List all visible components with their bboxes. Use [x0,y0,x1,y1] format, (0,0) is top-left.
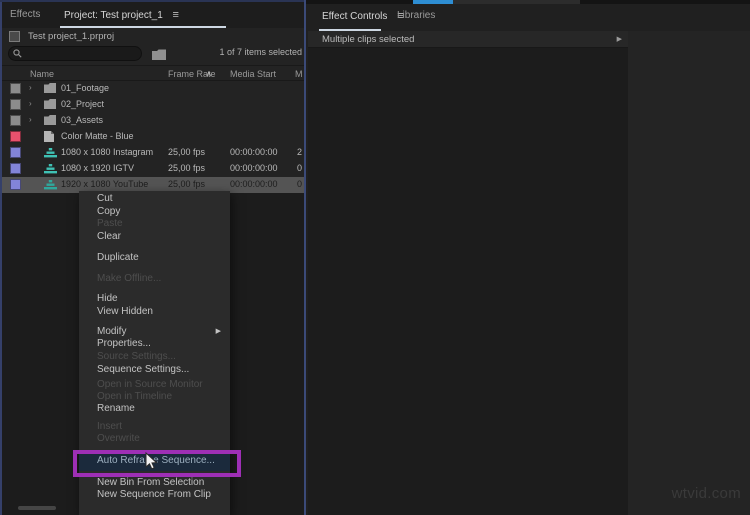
panel-focus-border [0,0,304,2]
project-file-row[interactable]: Test project_1.prproj [0,29,304,45]
row-name: 1080 x 1920 IGTV [61,163,135,173]
search-input[interactable] [27,47,137,60]
tab-effects[interactable]: Effects [10,2,40,28]
row-name: 03_Assets [61,115,104,125]
row-m-value: 2 [297,147,303,157]
label-color-chip[interactable] [10,83,21,94]
folder-icon [44,115,56,127]
sequence-icon [44,147,57,160]
effect-controls-content [308,48,628,515]
clips-selected-bar[interactable]: Multiple clips selected ▶ [308,31,628,48]
table-row[interactable]: 1080 x 1080 Instagram 25,00 fps 00:00:00… [0,145,304,161]
row-media-start: 00:00:00:00 [230,179,278,189]
panel-focus-border [0,0,2,515]
row-media-start: 00:00:00:00 [230,163,278,173]
menu-item-new-sequence-from-clip[interactable]: New Sequence From Clip [79,487,230,503]
row-m-value: 0 [297,163,303,173]
panel-divider[interactable] [304,0,306,515]
column-header-row: Name Frame Rate ∧ Media Start M [0,65,304,81]
column-name[interactable]: Name [30,69,54,79]
selection-status: 1 of 7 items selected [219,47,302,57]
menu-item-view-hidden[interactable]: View Hidden [79,304,230,320]
expand-arrow-icon[interactable]: ▶ [617,35,622,43]
horizontal-scrollbar[interactable] [18,506,56,510]
menu-item-make-offline: Make Offline... [97,273,162,284]
tab-project[interactable]: Project: Test project_1 ≡ [64,2,179,28]
search-box[interactable] [8,46,142,61]
row-m-value: 0 [297,179,303,189]
sequence-icon [44,163,57,176]
row-media-start: 00:00:00:00 [230,147,278,157]
table-row[interactable]: Color Matte - Blue [0,129,304,145]
active-tab-underline [60,26,226,28]
row-frame-rate: 25,00 fps [168,179,206,189]
sequence-icon [44,179,57,192]
color-matte-icon [44,131,54,144]
row-frame-rate: 25,00 fps [168,163,206,173]
label-color-chip[interactable] [10,147,21,158]
search-row: 1 of 7 items selected [0,44,304,64]
new-bin-icon[interactable] [152,47,167,60]
panel-menu-icon[interactable]: ≡ [173,9,179,21]
label-color-chip[interactable] [10,115,21,126]
label-color-chip[interactable] [10,131,21,142]
row-name: Color Matte - Blue [61,131,134,141]
effect-controls-timeline-area [628,31,750,515]
label-color-chip[interactable] [10,99,21,110]
row-name: 01_Footage [61,83,110,93]
sort-ascending-icon[interactable]: ∧ [206,69,212,78]
row-frame-rate: 25,00 fps [168,147,206,157]
effect-controls-panel: Effect Controls ≡ Libraries Multiple cli… [306,0,750,515]
project-file-icon [9,31,20,42]
menu-item-overwrite: Overwrite [97,433,140,444]
row-name: 02_Project [61,99,105,109]
menu-item-duplicate[interactable]: Duplicate [79,250,230,266]
mouse-cursor-icon [145,451,158,476]
clips-selected-label: Multiple clips selected [322,34,415,45]
row-name: 1920 x 1080 YouTube [61,179,149,189]
project-file-name: Test project_1.prproj [28,31,115,42]
tab-effect-controls[interactable]: Effect Controls ≡ [322,4,404,28]
folder-icon [44,83,56,95]
effect-controls-tabbar: Effect Controls ≡ Libraries [306,4,750,31]
folder-icon [44,99,56,111]
table-row[interactable]: 1080 x 1920 IGTV 25,00 fps 00:00:00:00 0 [0,161,304,177]
label-color-chip[interactable] [10,179,21,190]
search-icon [13,49,22,58]
tab-effect-controls-label: Effect Controls [322,11,388,22]
chevron-right-icon[interactable]: › [29,83,32,92]
project-panel-tabbar: Effects Project: Test project_1 ≡ [0,2,304,28]
row-name: 1080 x 1080 Instagram [61,147,154,157]
table-row[interactable]: › 01_Footage [0,81,304,97]
chevron-right-icon[interactable]: › [29,99,32,108]
column-m[interactable]: M [295,69,303,79]
menu-item-sequence-settings[interactable]: Sequence Settings... [79,362,230,378]
menu-item-rename[interactable]: Rename [79,401,230,417]
tab-project-label: Project: Test project_1 [64,10,163,21]
menu-item-clear[interactable]: Clear [79,229,230,245]
chevron-right-icon[interactable]: › [29,115,32,124]
column-media-start[interactable]: Media Start [230,69,276,79]
tab-libraries[interactable]: Libraries [397,4,435,28]
watermark-text: wtvid.com [671,485,741,502]
table-row[interactable]: › 03_Assets [0,113,304,129]
label-color-chip[interactable] [10,163,21,174]
table-row[interactable]: › 02_Project [0,97,304,113]
